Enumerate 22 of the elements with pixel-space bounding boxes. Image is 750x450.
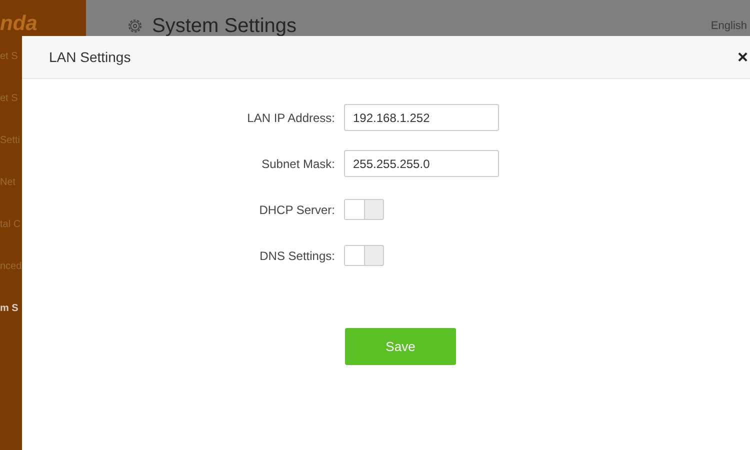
sidebar-item[interactable]: Net xyxy=(0,176,16,218)
sidebar-item[interactable]: tal C xyxy=(0,218,21,260)
save-button[interactable]: Save xyxy=(345,328,456,365)
input-field[interactable]: 255.255.255.0 xyxy=(344,150,499,177)
field-label: LAN IP Address: xyxy=(246,110,336,124)
field-label: DHCP Server: xyxy=(258,202,336,216)
sidebar-item[interactable]: nced xyxy=(0,260,22,302)
logo: nda xyxy=(0,11,38,36)
page-title: System Settings xyxy=(152,14,297,38)
input-field[interactable]: 192.168.1.252 xyxy=(344,104,499,131)
field-label: DNS Settings: xyxy=(258,248,336,262)
dialog-title: LAN Settings xyxy=(49,49,131,65)
toggle-switch[interactable] xyxy=(344,245,384,266)
language-link[interactable]: English xyxy=(710,20,747,32)
sidebar-item[interactable]: et S xyxy=(0,50,18,92)
close-button[interactable]: × xyxy=(737,46,748,68)
sidebar-item[interactable]: Setti xyxy=(0,134,20,176)
field-label: Subnet Mask: xyxy=(260,156,336,170)
sidebar-item[interactable]: et S xyxy=(0,92,18,134)
toggle-switch[interactable] xyxy=(344,199,384,220)
gear-icon xyxy=(126,17,144,35)
sidebar-item[interactable]: m S xyxy=(0,302,18,344)
